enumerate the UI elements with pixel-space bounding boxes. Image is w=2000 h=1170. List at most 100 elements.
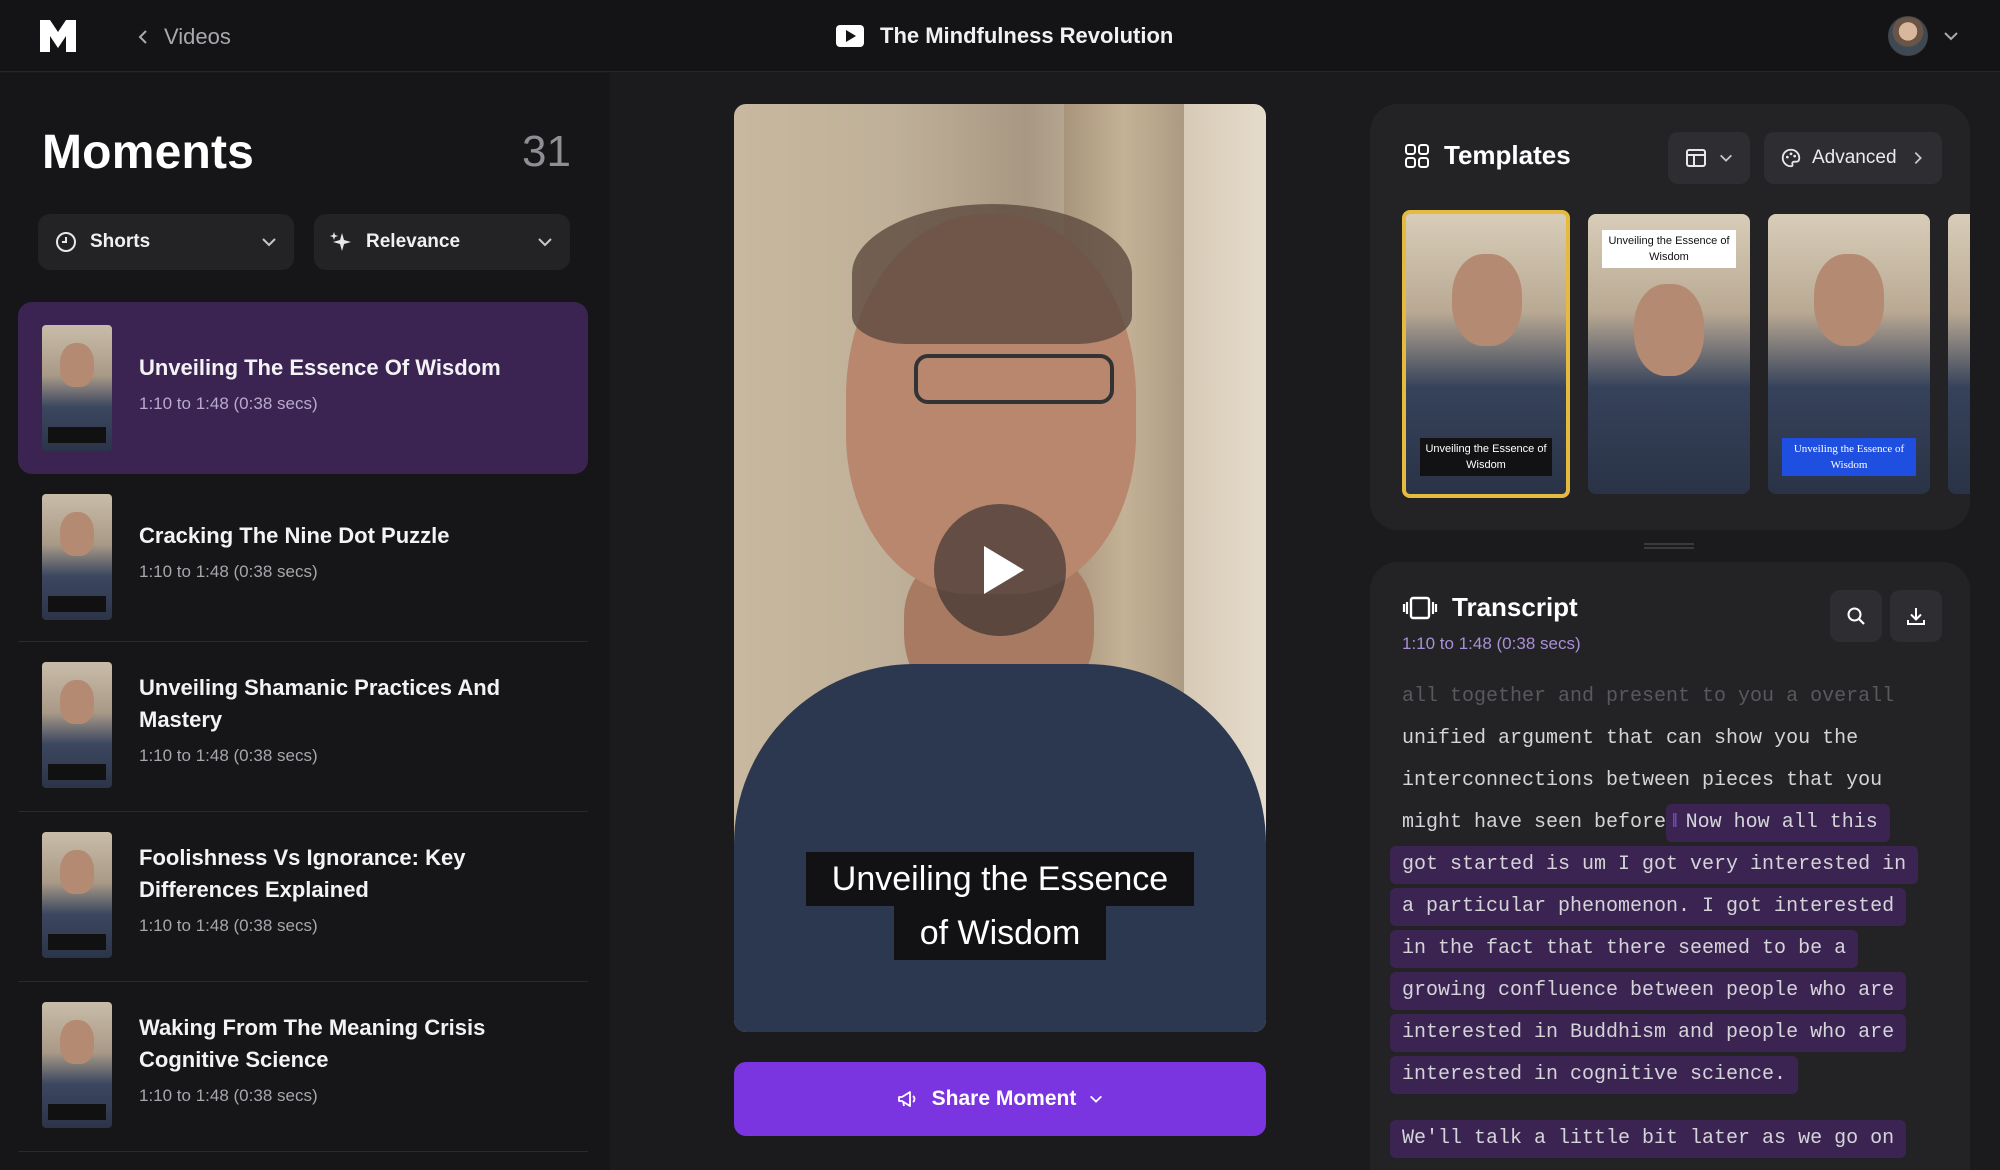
layout-icon (1686, 149, 1706, 167)
transcript-line: unified argument that can show you the (1402, 727, 1859, 750)
glasses-shape (914, 354, 1114, 404)
transcript-line-split: might have seen before ‖ Now how all this (1390, 802, 1950, 844)
type-filter-label: Shorts (90, 231, 151, 252)
palette-icon (1781, 148, 1801, 168)
highlighted-segment-start[interactable]: ‖ Now how all this (1666, 804, 1890, 842)
moment-title: Foolishness Vs Ignorance: Key Difference… (139, 845, 466, 902)
transcript-line-highlighted: growing confluence between people who ar… (1390, 970, 1950, 1012)
transcript-line-highlighted: a particular phenomenon. I got intereste… (1390, 886, 1950, 928)
share-label: Share Moment (931, 1087, 1077, 1110)
template-card-selected[interactable]: Unveiling the Essence of Wisdom (1402, 210, 1570, 498)
chevron-down-icon (262, 238, 276, 247)
highlighted-text: We'll talk a little bit later as we go o… (1390, 1120, 1907, 1158)
youtube-icon (836, 25, 864, 47)
download-icon (1907, 608, 1925, 625)
panel-resize-handle[interactable] (1644, 543, 1694, 549)
back-to-videos-link[interactable]: Videos (134, 22, 231, 52)
template-caption: Unveiling the Essence of Wisdom (1602, 230, 1736, 268)
download-transcript-button[interactable] (1890, 590, 1942, 642)
template-card[interactable]: Unveiling the Essence of Wisdom (1768, 214, 1930, 494)
advanced-label: Advanced (1812, 147, 1897, 168)
transcript-text[interactable]: all together and present to you a overal… (1390, 676, 1950, 1160)
caption-line-2: of Wisdom (893, 906, 1107, 960)
video-caption: Unveiling the Essence of Wisdom (734, 852, 1266, 960)
chevron-down-icon (1720, 154, 1732, 162)
video-player[interactable]: Unveiling the Essence of Wisdom (734, 104, 1266, 1032)
highlighted-text: in the fact that there seemed to be a (1390, 930, 1859, 968)
app-logo-icon[interactable] (38, 18, 78, 54)
templates-panel: Templates Advanced Unveiling the Essence… (1370, 104, 1970, 530)
moment-time: 1:10 to 1:48 (0:38 secs) (139, 394, 318, 413)
highlighted-text: interested in Buddhism and people who ar… (1390, 1014, 1907, 1052)
moment-item[interactable]: Unveiling The Essence Of Wisdom 1:10 to … (18, 302, 588, 474)
video-title-text: The Mindfulness Revolution (880, 23, 1174, 48)
transcript-line-highlighted: in the fact that there seemed to be a (1390, 928, 1950, 970)
layout-dropdown[interactable] (1668, 132, 1750, 184)
highlighted-text: a particular phenomenon. I got intereste… (1390, 888, 1907, 926)
share-moment-button[interactable]: Share Moment (734, 1062, 1266, 1136)
chevron-down-icon (1090, 1095, 1103, 1103)
moment-item[interactable]: Cracking The Nine Dot Puzzle 1:10 to 1:4… (18, 474, 588, 642)
back-label: Videos (164, 24, 231, 49)
transcript-line-highlighted: interested in Buddhism and people who ar… (1390, 1012, 1950, 1054)
chevron-left-icon (138, 30, 147, 44)
grid-icon (1405, 143, 1429, 168)
moments-title: Moments (42, 126, 255, 179)
transcript-line-highlighted: interested in cognitive science. (1390, 1054, 1950, 1096)
play-button[interactable] (934, 504, 1066, 636)
template-caption: Unveiling the Essence of Wisdom (1782, 438, 1916, 476)
transcript-line: all together and present to you a overal… (1402, 685, 1895, 708)
moment-thumbnail (42, 494, 112, 620)
moments-list: Unveiling The Essence Of Wisdom 1:10 to … (18, 302, 588, 1152)
sparkle-icon (330, 232, 351, 251)
chevron-right-icon (1914, 152, 1922, 164)
avatar[interactable] (1888, 16, 1928, 56)
sort-dropdown[interactable]: Relevance (314, 214, 570, 270)
templates-title: Templates (1444, 140, 1571, 170)
video-title: The Mindfulness Revolution (836, 20, 1173, 52)
highlighted-text: growing confluence between people who ar… (1390, 972, 1907, 1010)
template-card[interactable]: Unveiling the Essence of Wisdom (1588, 214, 1750, 494)
chevron-down-icon (538, 238, 552, 247)
transcript-icon (1402, 596, 1438, 619)
advanced-button[interactable]: Advanced (1764, 132, 1942, 184)
moment-time: 1:10 to 1:48 (0:38 secs) (139, 562, 318, 581)
moment-time: 1:10 to 1:48 (0:38 secs) (139, 916, 318, 935)
moment-thumbnail (42, 325, 112, 451)
moment-time: 1:10 to 1:48 (0:38 secs) (139, 1086, 318, 1105)
clock-icon (56, 232, 76, 252)
transcript-header: Transcript (1402, 592, 1578, 623)
transcript-line-highlighted: We'll talk a little bit later as we go o… (1390, 1118, 1950, 1160)
user-menu[interactable] (1888, 16, 1960, 56)
transcript-line: interconnections between pieces that you (1402, 769, 1883, 792)
moment-title: Unveiling Shamanic Practices And Mastery (139, 675, 501, 732)
transcript-line-highlighted: got started is um I got very interested … (1390, 844, 1950, 886)
sort-label: Relevance (366, 231, 461, 252)
moments-count: 31 (522, 127, 571, 176)
template-card-partial[interactable] (1948, 214, 1970, 494)
template-caption: Unveiling the Essence of Wisdom (1420, 438, 1552, 476)
moment-title: Unveiling The Essence Of Wisdom (139, 355, 501, 380)
caption-line-1: Unveiling the Essence (805, 852, 1195, 906)
moment-item[interactable]: Unveiling Shamanic Practices And Mastery… (18, 642, 588, 812)
moment-title: Cracking The Nine Dot Puzzle (139, 523, 450, 548)
transcript-panel: Transcript 1:10 to 1:48 (0:38 secs) all … (1370, 562, 1970, 1170)
highlighted-text: Now how all this (1685, 811, 1878, 834)
top-bar: Videos The Mindfulness Revolution (0, 0, 2000, 72)
moment-thumbnail (42, 662, 112, 788)
highlighted-text: interested in cognitive science. (1390, 1056, 1799, 1094)
moment-thumbnail (42, 1002, 112, 1128)
search-transcript-button[interactable] (1830, 590, 1882, 642)
moment-thumbnail (42, 832, 112, 958)
moment-item[interactable]: Foolishness Vs Ignorance: Key Difference… (18, 812, 588, 982)
type-filter-dropdown[interactable]: Shorts (38, 214, 294, 270)
templates-header: Templates (1404, 140, 1571, 171)
highlighted-text: got started is um I got very interested … (1390, 846, 1919, 884)
chevron-down-icon (1944, 32, 1958, 41)
transcript-title: Transcript (1452, 592, 1578, 622)
transcript-segment: might have seen before (1402, 811, 1667, 834)
search-icon (1847, 607, 1865, 625)
moments-panel: Moments 31 Shorts Relevance Unveiling Th… (0, 73, 610, 1170)
moment-time: 1:10 to 1:48 (0:38 secs) (139, 746, 318, 765)
moment-item[interactable]: Waking From The Meaning Crisis Cognitive… (18, 982, 588, 1152)
